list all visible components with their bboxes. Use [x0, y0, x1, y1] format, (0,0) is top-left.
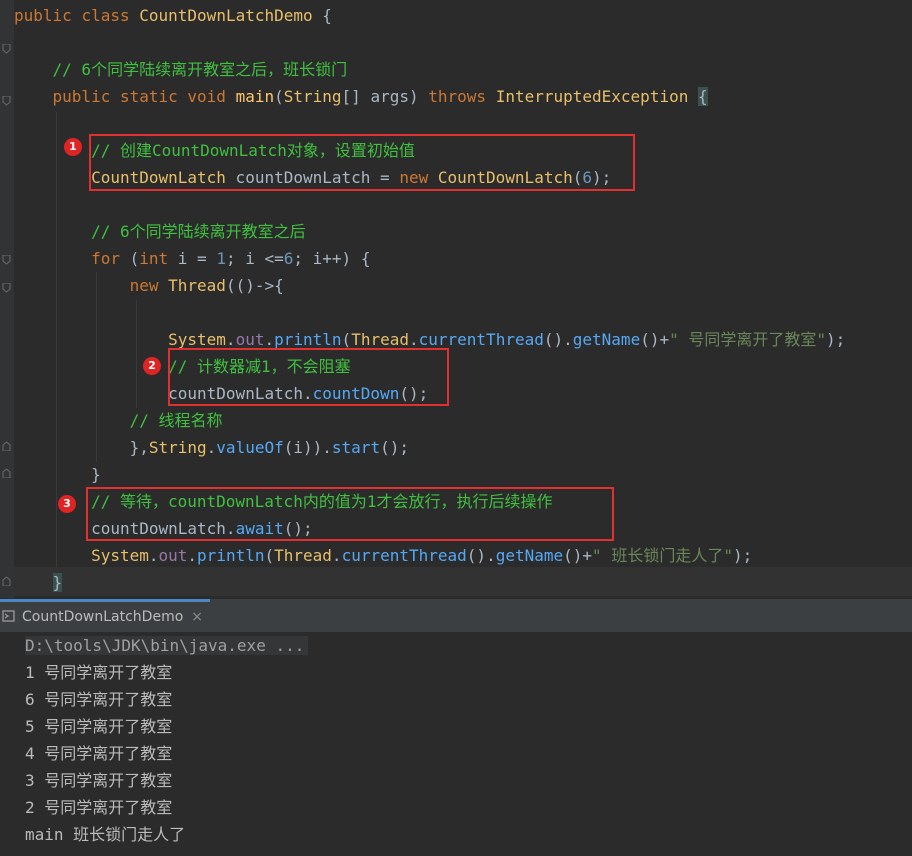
- fold-marker-icon[interactable]: [2, 441, 11, 451]
- code-line-class-declaration: public class CountDownLatchDemo {: [14, 6, 332, 25]
- run-tab-label: CountDownLatchDemo: [22, 609, 184, 625]
- close-icon[interactable]: ×: [191, 609, 203, 625]
- code-line-comment: // 线程名称: [129, 411, 223, 430]
- console-output-line: 6 号同学离开了教室: [25, 690, 173, 709]
- highlight-box-1: [89, 134, 635, 191]
- fold-marker-icon[interactable]: [2, 468, 11, 478]
- run-console[interactable]: D:\tools\JDK\bin\java.exe ... 1 号同学离开了教室…: [0, 632, 912, 856]
- annotation-badge-3: 3: [58, 495, 76, 513]
- console-output-line: 5 号同学离开了教室: [25, 717, 173, 736]
- code-line-closing-brace: }: [52, 573, 63, 592]
- code-line-comment: // 6个同学陆续离开教室之后，班长锁门: [52, 60, 348, 79]
- fold-marker-icon[interactable]: [2, 96, 11, 106]
- console-output-line: 3 号同学离开了教室: [25, 771, 173, 790]
- code-line-main-method: public static void main(String[] args) t…: [52, 87, 708, 106]
- code-line-new-thread: new Thread(()->{: [129, 276, 284, 295]
- annotation-badge-2: 2: [143, 357, 161, 375]
- annotation-badge-1: 1: [64, 138, 82, 156]
- console-output-line: main 班长锁门走人了: [25, 825, 186, 844]
- console-command-line: D:\tools\JDK\bin\java.exe ...: [25, 632, 309, 659]
- console-output-line: 1 号同学离开了教室: [25, 663, 173, 682]
- fold-marker-icon[interactable]: [2, 255, 11, 265]
- fold-marker-icon[interactable]: [2, 576, 11, 586]
- fold-marker-icon[interactable]: [2, 283, 11, 293]
- console-output-line: 4 号同学离开了教室: [25, 744, 173, 763]
- run-tab[interactable]: CountDownLatchDemo ×: [0, 602, 203, 632]
- editor-gutter: [0, 0, 14, 598]
- code-line-println-lock: System.out.println(Thread.currentThread(…: [91, 546, 753, 565]
- highlight-box-2: [168, 348, 449, 406]
- console-gutter: [0, 632, 14, 856]
- fold-marker-icon[interactable]: [2, 44, 11, 54]
- run-tool-window-tabbar: CountDownLatchDemo ×: [0, 598, 912, 632]
- highlight-box-3: [86, 487, 614, 541]
- code-line-comment: // 6个同学陆续离开教室之后: [91, 222, 306, 241]
- code-line-thread-start: },String.valueOf(i)).start();: [129, 438, 409, 457]
- code-editor[interactable]: public class CountDownLatchDemo { // 6个同…: [0, 0, 912, 598]
- current-line-highlight: [14, 567, 912, 596]
- console-output-line: 2 号同学离开了教室: [25, 798, 173, 817]
- code-line-for-loop: for (int i = 1; i <=6; i++) {: [91, 249, 371, 268]
- run-config-icon: [2, 608, 16, 627]
- code-line-brace: }: [91, 465, 101, 484]
